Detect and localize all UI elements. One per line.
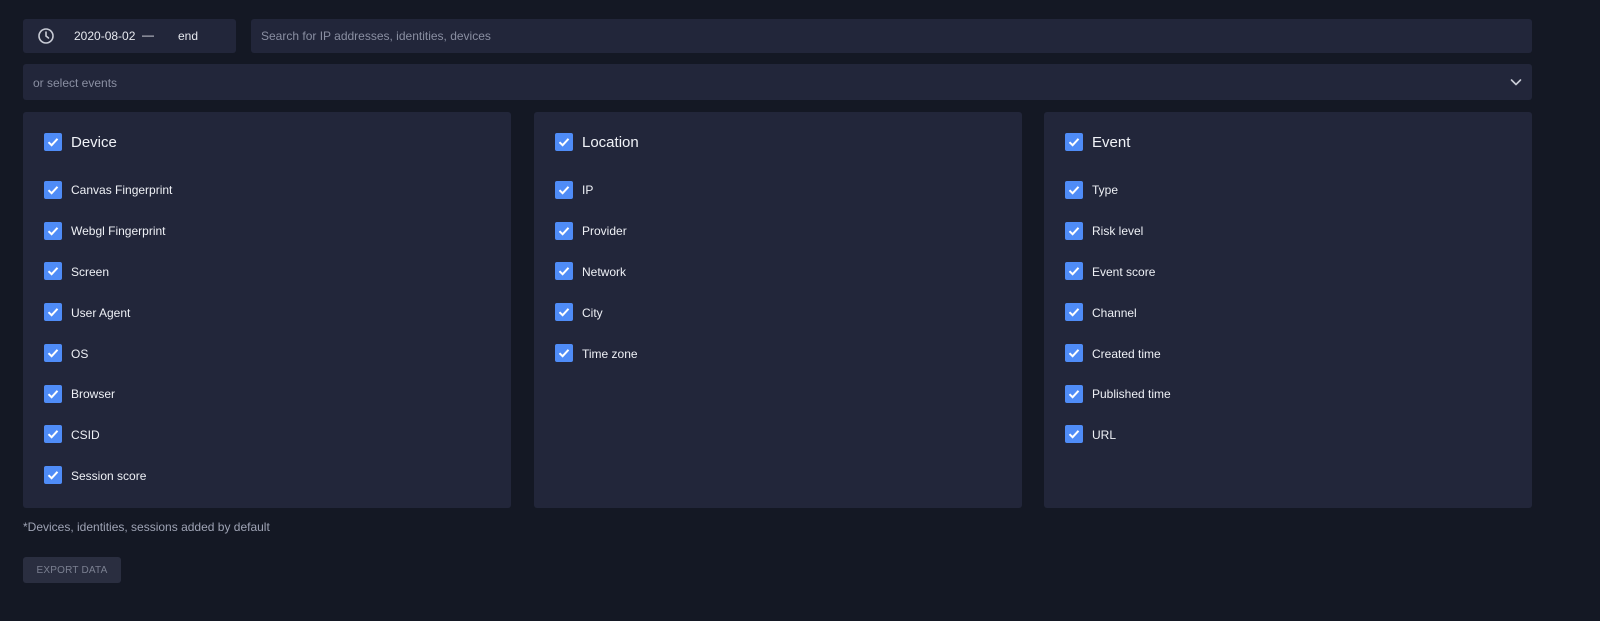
panel-device: Device Canvas Fingerprint Webgl Fingerpr…: [23, 112, 511, 508]
checkbox-created-time[interactable]: [1065, 344, 1083, 362]
check-icon: [1068, 186, 1080, 195]
label-channel: Channel: [1092, 306, 1137, 320]
panel-title-device: Device: [71, 134, 117, 151]
location-group-checkbox[interactable]: [555, 133, 573, 151]
label-os: OS: [71, 347, 89, 361]
check-icon: [47, 471, 59, 480]
checkbox-os[interactable]: [44, 344, 62, 362]
label-type: Type: [1092, 183, 1119, 197]
label-network: Network: [582, 265, 627, 279]
check-icon: [47, 138, 59, 147]
label-browser: Browser: [71, 387, 116, 401]
checkbox-city[interactable]: [555, 303, 573, 321]
check-icon: [47, 267, 59, 276]
checkbox-channel[interactable]: [1065, 303, 1083, 321]
check-icon: [1068, 138, 1080, 147]
check-icon: [558, 227, 570, 236]
checkbox-screen[interactable]: [44, 262, 62, 280]
event-select-placeholder: or select events: [33, 76, 118, 90]
panel-location: Location IP Provider Network City Time z…: [534, 112, 1022, 508]
label-url: URL: [1092, 428, 1117, 442]
check-icon: [558, 186, 570, 195]
label-created-time: Created time: [1092, 347, 1161, 361]
checkbox-time-zone[interactable]: [555, 344, 573, 362]
label-risk-level: Risk level: [1092, 224, 1144, 238]
checkbox-url[interactable]: [1065, 425, 1083, 443]
panel-title-location: Location: [582, 134, 639, 151]
check-icon: [47, 349, 59, 358]
label-session-score: Session score: [71, 469, 147, 483]
date-separator: —: [142, 28, 154, 42]
label-ip: IP: [582, 183, 594, 197]
checkbox-browser[interactable]: [44, 385, 62, 403]
label-event-score: Event score: [1092, 265, 1156, 279]
check-icon: [1068, 267, 1080, 276]
label-canvas-fingerprint: Canvas Fingerprint: [71, 183, 173, 197]
checkbox-risk-level[interactable]: [1065, 222, 1083, 240]
label-time-zone: Time zone: [582, 347, 638, 361]
checkbox-session-score[interactable]: [44, 466, 62, 484]
event-select-dropdown[interactable]: or select events: [23, 64, 1532, 100]
label-published-time: Published time: [1092, 387, 1171, 401]
check-icon: [1068, 349, 1080, 358]
check-icon: [558, 349, 570, 358]
label-webgl-fingerprint: Webgl Fingerprint: [71, 224, 166, 238]
label-user-agent: User Agent: [71, 306, 131, 320]
panel-title-event: Event: [1092, 134, 1131, 151]
search-input[interactable]: [251, 19, 1532, 53]
check-icon: [47, 227, 59, 236]
check-icon: [47, 308, 59, 317]
check-icon: [47, 186, 59, 195]
date-end[interactable]: end: [178, 29, 198, 43]
check-icon: [558, 267, 570, 276]
date-start[interactable]: 2020-08-02: [74, 29, 135, 43]
label-city: City: [582, 306, 603, 320]
checkbox-network[interactable]: [555, 262, 573, 280]
date-range-picker[interactable]: 2020-08-02 — end: [23, 19, 236, 53]
default-footnote: *Devices, identities, sessions added by …: [23, 520, 270, 534]
event-group-checkbox[interactable]: [1065, 133, 1083, 151]
check-icon: [1068, 308, 1080, 317]
checkbox-csid[interactable]: [44, 425, 62, 443]
checkbox-type[interactable]: [1065, 181, 1083, 199]
label-provider: Provider: [582, 224, 627, 238]
device-group-checkbox[interactable]: [44, 133, 62, 151]
check-icon: [558, 138, 570, 147]
chevron-down-icon[interactable]: [1510, 76, 1522, 88]
check-icon: [47, 430, 59, 439]
checkbox-ip[interactable]: [555, 181, 573, 199]
check-icon: [1068, 390, 1080, 399]
check-icon: [558, 308, 570, 317]
check-icon: [1068, 227, 1080, 236]
export-data-button[interactable]: EXPORT DATA: [23, 557, 121, 583]
check-icon: [1068, 430, 1080, 439]
panel-event: Event Type Risk level Event score Channe…: [1044, 112, 1532, 508]
checkbox-provider[interactable]: [555, 222, 573, 240]
checkbox-user-agent[interactable]: [44, 303, 62, 321]
checkbox-canvas-fingerprint[interactable]: [44, 181, 62, 199]
checkbox-webgl-fingerprint[interactable]: [44, 222, 62, 240]
checkbox-event-score[interactable]: [1065, 262, 1083, 280]
clock-icon: [38, 28, 54, 44]
check-icon: [47, 390, 59, 399]
label-screen: Screen: [71, 265, 110, 279]
label-csid: CSID: [71, 428, 100, 442]
checkbox-published-time[interactable]: [1065, 385, 1083, 403]
